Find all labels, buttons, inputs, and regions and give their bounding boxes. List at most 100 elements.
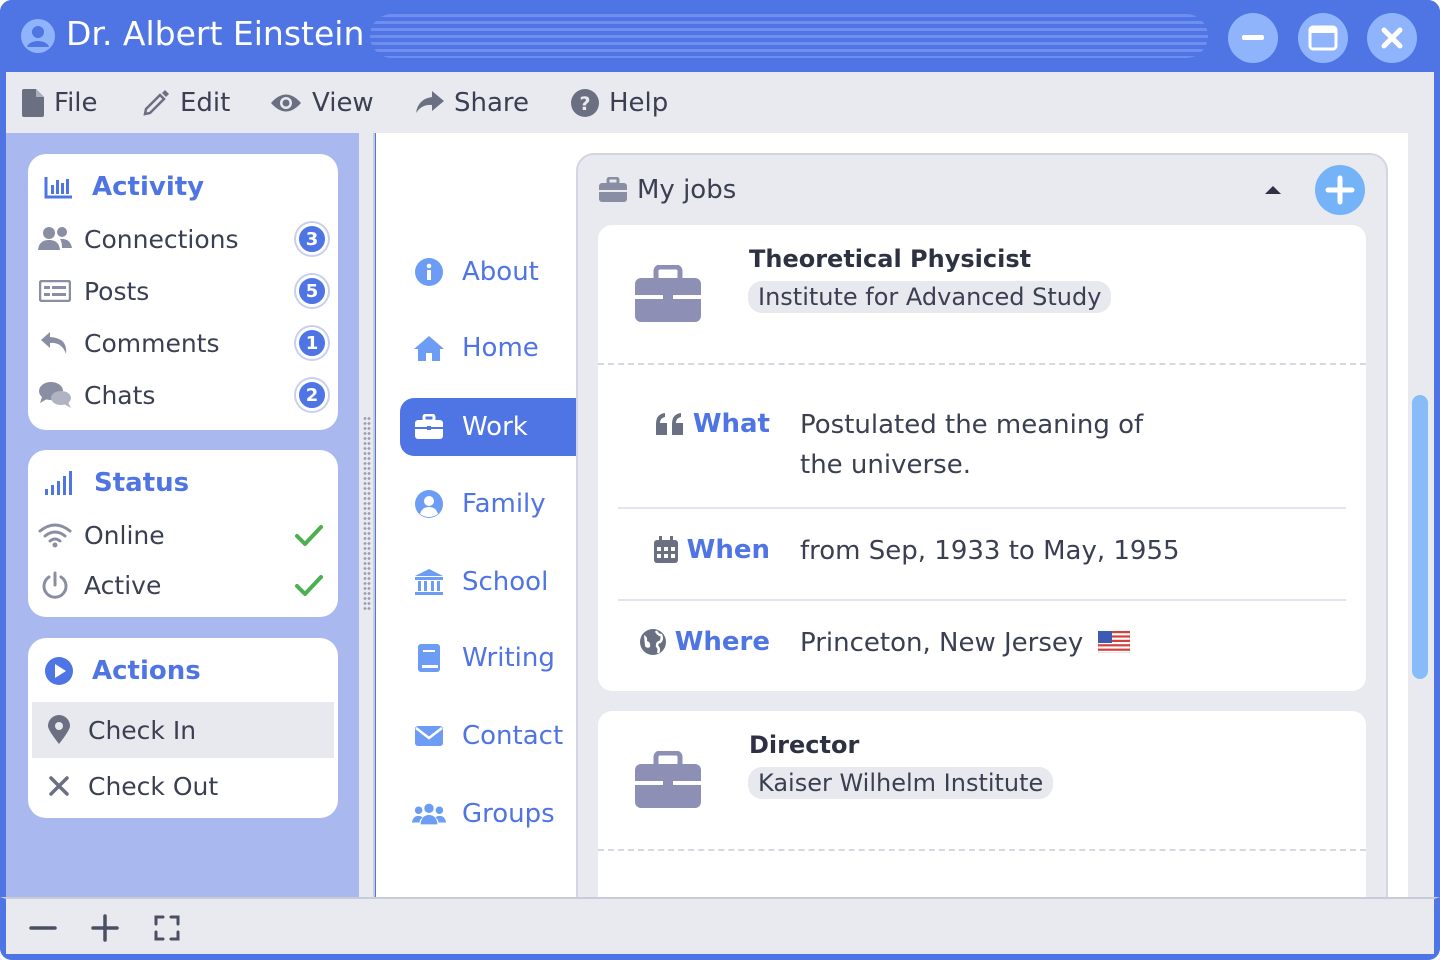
main-content: About Home Work Family School Writing Co… — [376, 133, 1409, 897]
where-value: Princeton, New Jersey — [800, 623, 1131, 663]
x-icon — [49, 776, 69, 796]
groups-icon — [412, 803, 446, 825]
nav-item-contact[interactable]: Contact — [400, 707, 576, 765]
zoom-out-icon[interactable] — [28, 913, 58, 943]
menu-view-label: View — [312, 87, 374, 118]
nav-item-label: Work — [462, 412, 528, 442]
activity-item-connections[interactable]: Connections 3 — [38, 217, 328, 261]
wifi-icon — [38, 523, 72, 548]
nav-item-home[interactable]: Home — [400, 319, 576, 377]
job-detail-what: What Postulated the meaning of the unive… — [618, 395, 1346, 505]
fullscreen-icon[interactable] — [152, 913, 182, 943]
menu-view[interactable]: View — [270, 72, 374, 133]
add-job-button[interactable] — [1315, 165, 1365, 215]
activity-item-label: Chats — [84, 380, 156, 410]
jobs-panel: My jobs Theoretical Physicist Institute … — [576, 153, 1388, 897]
menu-edit[interactable]: Edit — [142, 72, 230, 133]
status-card: Status Online Active — [28, 450, 338, 617]
job-detail-when: When from Sep, 1933 to May, 1955 — [618, 525, 1346, 585]
what-value: Postulated the meaning of the universe. — [800, 410, 1144, 480]
book-icon — [418, 644, 440, 672]
action-label: Check Out — [88, 771, 219, 801]
action-check-in[interactable]: Check In — [32, 702, 334, 758]
briefcase-icon — [635, 751, 701, 808]
nav-item-label: Writing — [462, 643, 555, 673]
sidebar: Activity Connections 3 Posts 5 Comments … — [6, 133, 359, 897]
activity-item-comments[interactable]: Comments 1 — [38, 321, 328, 365]
app-window: Dr. Albert Einstein File Edit View Share — [0, 0, 1440, 960]
scroll-thumb[interactable] — [1412, 395, 1428, 679]
briefcase-icon — [635, 265, 701, 322]
caret-up-icon[interactable] — [1264, 185, 1282, 195]
check-icon — [295, 575, 323, 596]
minimize-button[interactable] — [1228, 13, 1278, 63]
splitter-grip[interactable] — [363, 416, 371, 612]
home-icon — [414, 336, 444, 361]
close-button[interactable] — [1367, 13, 1417, 63]
eye-icon — [271, 94, 301, 111]
users-icon — [38, 227, 72, 250]
nav-item-family[interactable]: Family — [400, 475, 576, 533]
check-icon — [295, 525, 323, 546]
nav-item-school[interactable]: School — [400, 553, 576, 611]
help-icon: ? — [571, 88, 599, 117]
nav-item-about[interactable]: About — [400, 243, 576, 301]
reply-icon — [41, 332, 67, 354]
briefcase-icon — [415, 414, 443, 439]
sidebar-splitter[interactable] — [359, 133, 375, 897]
institution-icon — [415, 569, 443, 595]
zoom-in-icon[interactable] — [90, 913, 120, 943]
vertical-scrollbar[interactable] — [1408, 133, 1434, 897]
menu-file[interactable]: File — [22, 72, 98, 133]
nav-item-groups[interactable]: Groups — [400, 785, 576, 843]
when-label-group: When — [653, 535, 770, 565]
count-badge: 3 — [296, 223, 328, 255]
job-organization: Institute for Advanced Study — [748, 281, 1112, 313]
activity-item-label: Posts — [84, 276, 150, 306]
actions-card: Actions Check In Check Out — [28, 638, 338, 818]
menu-bar: File Edit View Share ? Help — [0, 72, 1440, 133]
activity-item-chats[interactable]: Chats 2 — [38, 373, 328, 417]
where-text: Princeton, New Jersey — [800, 628, 1084, 658]
nav-item-work[interactable]: Work — [400, 398, 576, 456]
minimize-icon — [1242, 35, 1264, 40]
file-icon — [22, 88, 44, 117]
share-icon — [416, 90, 444, 113]
job-card: Theoretical Physicist Institute for Adva… — [598, 225, 1366, 691]
title-bar[interactable]: Dr. Albert Einstein — [0, 0, 1440, 72]
maximize-icon — [1308, 25, 1338, 51]
where-label-group: Where — [639, 627, 770, 657]
nav-item-label: Contact — [462, 721, 564, 751]
status-item-label: Online — [84, 520, 165, 550]
what-label: What — [692, 409, 770, 439]
action-check-out[interactable]: Check Out — [42, 764, 332, 808]
plus-icon — [1325, 175, 1355, 205]
status-item-active[interactable]: Active — [38, 563, 328, 607]
count-badge: 2 — [296, 379, 328, 411]
menu-help[interactable]: ? Help — [571, 72, 668, 133]
activity-card: Activity Connections 3 Posts 5 Comments … — [28, 154, 338, 430]
maximize-button[interactable] — [1298, 13, 1348, 63]
status-header: Status — [44, 468, 189, 498]
menu-share[interactable]: Share — [416, 72, 529, 133]
title-drag-area[interactable] — [370, 14, 1208, 58]
when-value: from Sep, 1933 to May, 1955 — [800, 536, 1180, 566]
where-label: Where — [674, 627, 770, 657]
menu-edit-label: Edit — [180, 87, 231, 118]
activity-item-posts[interactable]: Posts 5 — [38, 269, 328, 313]
status-title: Status — [94, 468, 190, 498]
activity-title: Activity — [92, 172, 205, 202]
divider — [618, 507, 1346, 509]
user-circle-icon — [415, 490, 443, 518]
nav-item-writing[interactable]: Writing — [400, 629, 576, 687]
map-pin-icon — [48, 715, 70, 744]
job-header: Theoretical Physicist Institute for Adva… — [598, 225, 1366, 365]
job-role: Theoretical Physicist — [749, 245, 1032, 273]
actions-title: Actions — [92, 656, 201, 686]
actions-header: Actions — [44, 656, 201, 686]
activity-header: Activity — [44, 172, 204, 202]
nav-item-label: Family — [462, 489, 546, 519]
status-item-online[interactable]: Online — [38, 513, 328, 557]
job-role: Director — [749, 731, 860, 759]
globe-icon — [639, 629, 666, 655]
